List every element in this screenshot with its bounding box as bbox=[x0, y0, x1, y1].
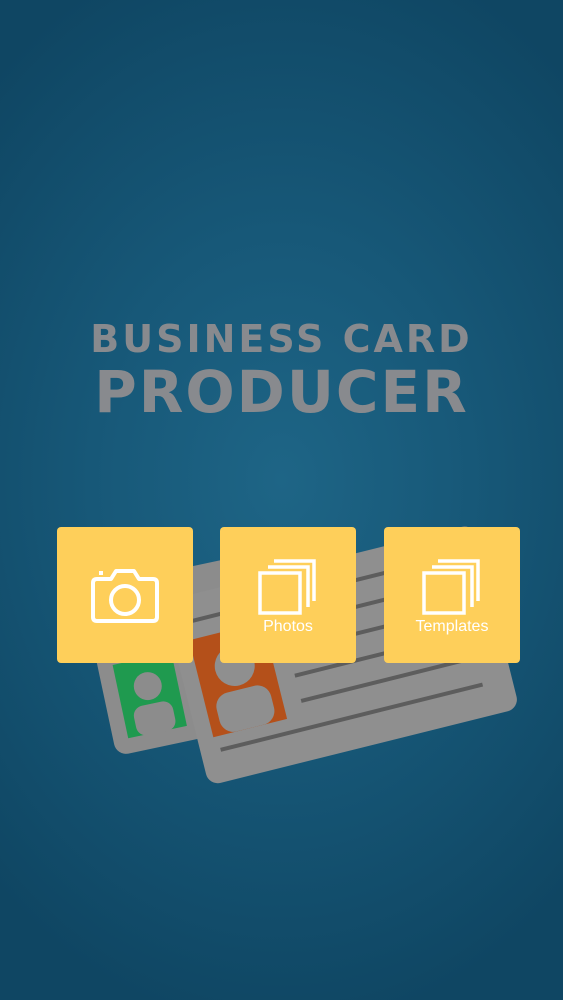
templates-button[interactable]: Templates bbox=[384, 527, 520, 663]
business-cards-illustration bbox=[83, 526, 517, 784]
photos-label: Photos bbox=[263, 618, 313, 635]
stacked-squares-icon bbox=[422, 559, 480, 615]
photos-button[interactable]: Photos bbox=[220, 527, 356, 663]
camera-button[interactable] bbox=[57, 527, 193, 663]
camera-icon bbox=[91, 569, 159, 623]
stacked-squares-icon bbox=[258, 559, 316, 615]
templates-label: Templates bbox=[415, 618, 489, 635]
